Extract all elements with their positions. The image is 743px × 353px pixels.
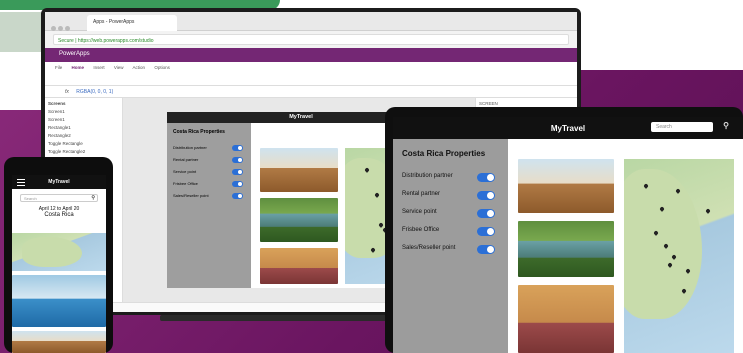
mini-filter-panel: Costa Rica Properties Distribution partn…: [167, 123, 251, 288]
phone-screen: MyTravel Search ⚲ April 12 to April 20 C…: [12, 175, 106, 353]
property-photo-deck[interactable]: [518, 159, 614, 213]
tree-item[interactable]: Toggle Rectangle2: [48, 149, 119, 154]
phone-app-header: MyTravel: [12, 175, 106, 189]
mini-filter-row: Sales/Reseller point: [173, 193, 245, 199]
tree-item[interactable]: Screen1: [48, 109, 119, 114]
mini-sidebar-title: Costa Rica Properties: [173, 129, 225, 135]
menu-insert[interactable]: Insert: [93, 65, 104, 70]
studio-ribbon: File Home Insert View Action Options: [45, 62, 577, 86]
trip-country: Costa Rica: [44, 212, 74, 218]
tree-header: Screens: [48, 101, 66, 106]
filter-label: Frisbee Office: [402, 227, 440, 233]
mini-filter-row: Distribution partner: [173, 145, 245, 151]
filter-label: Rental partner: [402, 191, 441, 197]
menu-view[interactable]: View: [114, 65, 124, 70]
mini-filter-row: Service point: [173, 169, 245, 175]
formula-value[interactable]: RGBA(0, 0, 0, 1): [76, 89, 113, 95]
mini-toggle[interactable]: [232, 181, 243, 187]
property-photo-house[interactable]: [518, 221, 614, 277]
mini-toggle[interactable]: [232, 145, 243, 151]
tablet-filter-panel: Costa Rica Properties Distribution partn…: [393, 139, 508, 353]
app-name: PowerApps: [59, 51, 90, 57]
tablet-app-header: MyTravel Search ⚲: [393, 117, 743, 139]
studio-app-bar: PowerApps: [45, 48, 577, 62]
tablet-app-title: MyTravel: [550, 124, 586, 133]
mini-toggle[interactable]: [232, 157, 243, 163]
search-icon[interactable]: ⚲: [723, 121, 729, 130]
menu-action[interactable]: Action: [133, 65, 146, 70]
mini-filter-row: Frisbee Office: [173, 181, 245, 187]
property-photo-pool[interactable]: [12, 275, 106, 327]
filter-label: Service point: [402, 209, 437, 215]
property-photo-deck[interactable]: [12, 331, 106, 353]
search-icon[interactable]: ⚲: [91, 195, 95, 201]
phone-map[interactable]: [12, 233, 106, 271]
mini-app-title: MyTravel: [289, 114, 313, 120]
fx-icon: fx: [65, 89, 69, 95]
filter-row: Distribution partner: [402, 173, 499, 183]
mini-filter-row: Rental partner: [173, 157, 245, 163]
mini-toggle[interactable]: [232, 193, 243, 199]
mini-filter-label: Distribution partner: [173, 145, 207, 150]
tablet-sidebar-title: Costa Rica Properties: [402, 149, 486, 158]
tree-item[interactable]: Screen1: [48, 117, 119, 122]
tablet-search-input[interactable]: Search: [651, 122, 713, 132]
phone-search-placeholder: Search: [24, 196, 37, 201]
menu-home[interactable]: Home: [72, 65, 85, 70]
tablet-screen: MyTravel Search ⚲ Costa Rica Properties …: [393, 117, 743, 353]
tree-item[interactable]: Toggle Rectangle: [48, 141, 119, 146]
background-stripe: [0, 12, 45, 52]
menu-file[interactable]: File: [55, 65, 62, 70]
menu-options[interactable]: Options: [154, 65, 170, 70]
filter-label: Distribution partner: [402, 173, 453, 179]
tree-item[interactable]: Rectangle2: [48, 133, 119, 138]
toggle-distribution-partner[interactable]: [477, 173, 495, 182]
property-photo-house[interactable]: [260, 198, 338, 242]
property-photo-deck[interactable]: [260, 148, 338, 192]
ribbon-menu: File Home Insert View Action Options: [45, 62, 577, 73]
mini-filter-label: Sales/Reseller point: [173, 193, 209, 198]
mini-filter-label: Rental partner: [173, 157, 199, 162]
address-bar[interactable]: Secure | https://web.powerapps.com/studi…: [53, 34, 569, 45]
formula-bar[interactable]: fx RGBA(0, 0, 0, 1): [45, 86, 577, 98]
phone-app-title: MyTravel: [48, 179, 70, 185]
property-photo-room[interactable]: [518, 285, 614, 353]
browser-tab[interactable]: Apps - PowerApps: [87, 15, 177, 31]
filter-label: Sales/Reseller point: [402, 245, 456, 251]
mini-filter-label: Frisbee Office: [173, 181, 198, 186]
hamburger-menu-icon[interactable]: [17, 179, 25, 188]
toggle-sales-point[interactable]: [477, 245, 495, 254]
toggle-office[interactable]: [477, 227, 495, 236]
filter-row: Frisbee Office: [402, 227, 499, 237]
browser-chrome: Apps - PowerApps: [45, 12, 577, 31]
property-map[interactable]: [624, 159, 734, 353]
property-photo-room[interactable]: [260, 248, 338, 284]
tree-item[interactable]: Rectangle1: [48, 125, 119, 130]
toggle-service-point[interactable]: [477, 209, 495, 218]
tablet-device: MyTravel Search ⚲ Costa Rica Properties …: [385, 107, 743, 353]
filter-row: Rental partner: [402, 191, 499, 201]
filter-row: Service point: [402, 209, 499, 219]
mini-filter-label: Service point: [173, 169, 197, 174]
phone-device: MyTravel Search ⚲ April 12 to April 20 C…: [4, 157, 113, 353]
toggle-rental-partner[interactable]: [477, 191, 495, 200]
mini-toggle[interactable]: [232, 169, 243, 175]
filter-row: Sales/Reseller point: [402, 245, 499, 255]
tablet-main-content: [508, 139, 743, 353]
phone-search-input[interactable]: Search ⚲: [20, 194, 98, 202]
